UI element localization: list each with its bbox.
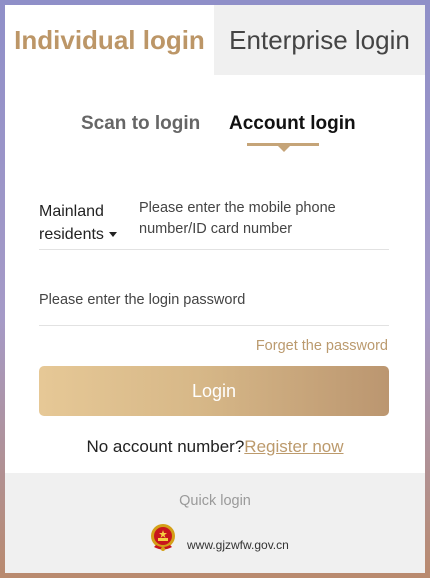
login-button[interactable]: Login — [39, 366, 389, 416]
no-account-text: No account number? — [86, 437, 245, 456]
footer: Quick login www.gjzwfw.gov.cn — [5, 473, 425, 573]
login-type-tabs: Individual login Enterprise login — [5, 5, 425, 75]
gov-site-url[interactable]: www.gjzwfw.gov.cn — [187, 538, 289, 552]
login-panel: Individual login Enterprise login Scan t… — [5, 5, 425, 573]
tab-account-login[interactable]: Account login — [229, 113, 356, 135]
register-now-link[interactable]: Register now — [244, 437, 343, 456]
divider — [39, 249, 389, 250]
forget-password-link[interactable]: Forget the password — [256, 338, 388, 354]
password-input[interactable]: Please enter the login password — [39, 292, 245, 308]
divider — [39, 325, 389, 326]
active-tab-caret-icon — [278, 146, 290, 152]
national-emblem-icon[interactable] — [149, 521, 177, 553]
tab-scan-to-login[interactable]: Scan to login — [81, 113, 200, 135]
resident-type-select[interactable]: Mainland residents — [39, 200, 134, 246]
register-row: No account number?Register now — [5, 437, 425, 457]
resident-label-line2: residents — [39, 226, 104, 243]
tab-individual-login[interactable]: Individual login — [5, 5, 214, 75]
resident-label-line1: Mainland — [39, 203, 104, 220]
chevron-down-icon — [108, 232, 117, 238]
quick-login-label: Quick login — [179, 493, 251, 509]
phone-id-input[interactable]: Please enter the mobile phone number/ID … — [139, 198, 369, 240]
resident-label-line2-wrap: residents — [39, 223, 134, 246]
tab-enterprise-login[interactable]: Enterprise login — [214, 5, 425, 75]
